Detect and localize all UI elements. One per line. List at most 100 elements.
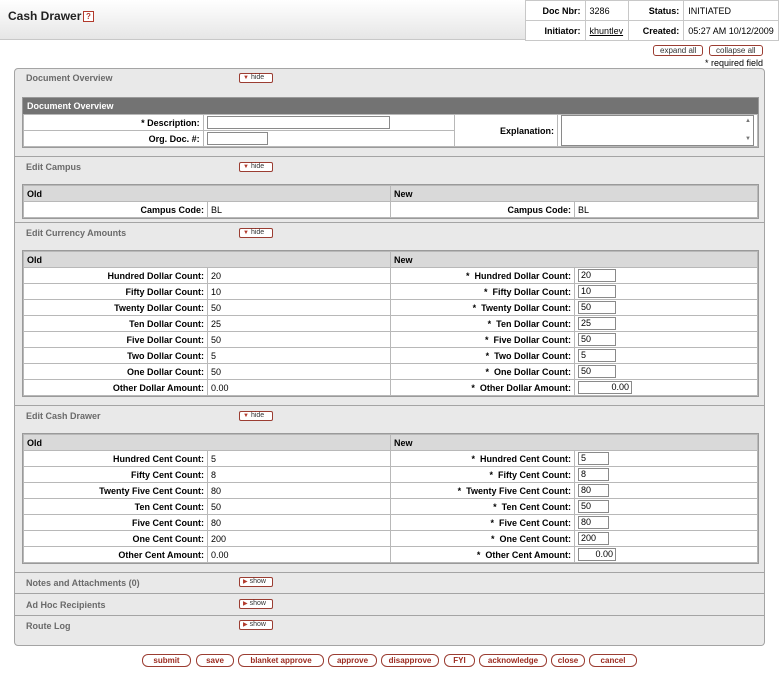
- row-new-cell: 0.00: [574, 546, 758, 563]
- tab-divider: [14, 572, 765, 573]
- row-new-cell: 5: [574, 347, 758, 364]
- table-row: Two Dollar Count: 5 * Two Dollar Count: …: [23, 347, 758, 364]
- blanket-approve-button[interactable]: blanket approve: [238, 654, 324, 667]
- triangle-right-icon: ▶: [243, 622, 248, 628]
- document-info-table: Doc Nbr: 3286 Status: INITIATED Initiato…: [525, 0, 779, 41]
- edit-cash-drawer-panel: Old New Hundred Cent Count: 5 * Hundred …: [22, 433, 759, 564]
- toggle-label: show: [249, 578, 266, 585]
- help-icon[interactable]: ?: [83, 11, 94, 22]
- notes-show-button[interactable]: ▶ show: [239, 577, 273, 587]
- edit-currency-panel: Old New Hundred Dollar Count: 20 * Hundr…: [22, 250, 759, 397]
- row-old-value: 20: [207, 267, 391, 284]
- doc-nbr-value: 3286: [584, 0, 629, 21]
- row-new-cell: 200: [574, 530, 758, 547]
- row-new-input[interactable]: 20: [578, 269, 616, 282]
- toggle-label: hide: [250, 229, 265, 236]
- explanation-textarea[interactable]: ▲ ▼: [561, 115, 754, 146]
- toggle-label: show: [249, 600, 266, 607]
- row-label-required: * Other Cent Amount:: [390, 546, 575, 563]
- scroll-up-icon[interactable]: ▲: [745, 116, 751, 127]
- edit-currency-hide-button[interactable]: ▼ hide: [239, 228, 273, 238]
- row-label-required: * Hundred Cent Count:: [390, 450, 575, 467]
- row-old-value: 0.00: [207, 546, 391, 563]
- triangle-right-icon: ▶: [243, 579, 248, 585]
- triangle-down-icon: ▼: [243, 230, 249, 236]
- row-label-required: * Twenty Dollar Count:: [390, 299, 575, 316]
- row-label-required: * Twenty Five Cent Count:: [390, 482, 575, 499]
- row-label-text: One Dollar Count:: [494, 366, 571, 377]
- row-new-input[interactable]: 80: [578, 484, 609, 497]
- collapse-all-button[interactable]: collapse all: [709, 45, 763, 56]
- explanation-label: Explanation:: [453, 114, 558, 147]
- row-new-cell: 5: [574, 450, 758, 467]
- campus-code-label: Campus Code:: [390, 201, 575, 218]
- row-new-cell: 50: [574, 363, 758, 380]
- disapprove-button[interactable]: disapprove: [381, 654, 439, 667]
- tab-route-log: Route Log: [26, 621, 71, 631]
- row-label: Twenty Five Cent Count:: [23, 482, 208, 499]
- triangle-down-icon: ▼: [243, 75, 249, 81]
- acknowledge-button[interactable]: acknowledge: [479, 654, 547, 667]
- close-button[interactable]: close: [551, 654, 585, 667]
- row-label: Ten Cent Count:: [23, 498, 208, 515]
- org-doc-input[interactable]: [206, 132, 268, 145]
- submit-button[interactable]: submit: [142, 654, 191, 667]
- fyi-button[interactable]: FYI: [444, 654, 475, 667]
- new-header: New: [390, 251, 758, 268]
- document-header: Cash Drawer ? Doc Nbr: 3286 Status: INIT…: [0, 0, 779, 41]
- scroll-down-icon[interactable]: ▼: [745, 134, 751, 145]
- row-old-value: 50: [207, 363, 391, 380]
- new-header: New: [390, 434, 758, 451]
- row-new-cell: 0.00: [574, 379, 758, 396]
- table-row: Fifty Dollar Count: 10 * Fifty Dollar Co…: [23, 283, 758, 300]
- row-label: Hundred Cent Count:: [23, 450, 208, 467]
- row-new-cell: 50: [574, 498, 758, 515]
- org-doc-cell: [202, 130, 455, 147]
- campus-code-label: Campus Code:: [23, 201, 208, 218]
- row-new-input[interactable]: 5: [578, 452, 609, 465]
- row-new-cell: 50: [574, 299, 758, 316]
- table-row: Hundred Cent Count: 5 * Hundred Cent Cou…: [23, 450, 758, 467]
- row-new-input[interactable]: 50: [578, 301, 616, 314]
- document-overview-hide-button[interactable]: ▼ hide: [239, 73, 273, 83]
- status-value: INITIATED: [683, 0, 779, 21]
- table-row: Fifty Cent Count: 8 * Fifty Cent Count: …: [23, 466, 758, 483]
- cancel-button[interactable]: cancel: [589, 654, 637, 667]
- row-new-input[interactable]: 10: [578, 285, 616, 298]
- row-label-text: Other Cent Amount:: [485, 549, 571, 560]
- save-button[interactable]: save: [196, 654, 234, 667]
- row-label: Other Cent Amount:: [23, 546, 208, 563]
- description-input[interactable]: [206, 116, 390, 129]
- edit-cash-drawer-hide-button[interactable]: ▼ hide: [239, 411, 273, 421]
- row-new-input[interactable]: 50: [578, 500, 609, 513]
- row-new-input[interactable]: 8: [578, 468, 609, 481]
- old-header: Old: [23, 185, 391, 202]
- row-old-value: 50: [207, 498, 391, 515]
- toggle-label: hide: [250, 412, 265, 419]
- row-new-input[interactable]: 25: [578, 317, 616, 330]
- row-label: Ten Dollar Count:: [23, 315, 208, 332]
- route-log-show-button[interactable]: ▶ show: [239, 620, 273, 630]
- row-new-input[interactable]: 80: [578, 516, 609, 529]
- ad-hoc-show-button[interactable]: ▶ show: [239, 599, 273, 609]
- initiator-link[interactable]: khuntlev: [590, 26, 624, 36]
- old-header: Old: [23, 251, 391, 268]
- document-overview-table: * Description: Explanation: ▲ ▼ Org. Doc.…: [23, 114, 758, 147]
- approve-button[interactable]: approve: [328, 654, 377, 667]
- table-row: Ten Dollar Count: 25 * Ten Dollar Count:…: [23, 315, 758, 332]
- row-new-input[interactable]: 200: [578, 532, 609, 545]
- row-new-input[interactable]: 0.00: [578, 381, 632, 394]
- row-new-input[interactable]: 50: [578, 365, 616, 378]
- row-new-input[interactable]: 50: [578, 333, 616, 346]
- table-row: Hundred Dollar Count: 20 * Hundred Dolla…: [23, 267, 758, 284]
- triangle-down-icon: ▼: [243, 413, 249, 419]
- row-old-value: 25: [207, 315, 391, 332]
- tab-divider: [14, 405, 765, 406]
- expand-all-button[interactable]: expand all: [653, 45, 704, 56]
- row-new-input[interactable]: 0.00: [578, 548, 616, 561]
- row-new-input[interactable]: 5: [578, 349, 616, 362]
- row-label: Two Dollar Count:: [23, 347, 208, 364]
- table-row: One Dollar Count: 50 * One Dollar Count:…: [23, 363, 758, 380]
- edit-campus-hide-button[interactable]: ▼ hide: [239, 162, 273, 172]
- table-row: Twenty Five Cent Count: 80 * Twenty Five…: [23, 482, 758, 499]
